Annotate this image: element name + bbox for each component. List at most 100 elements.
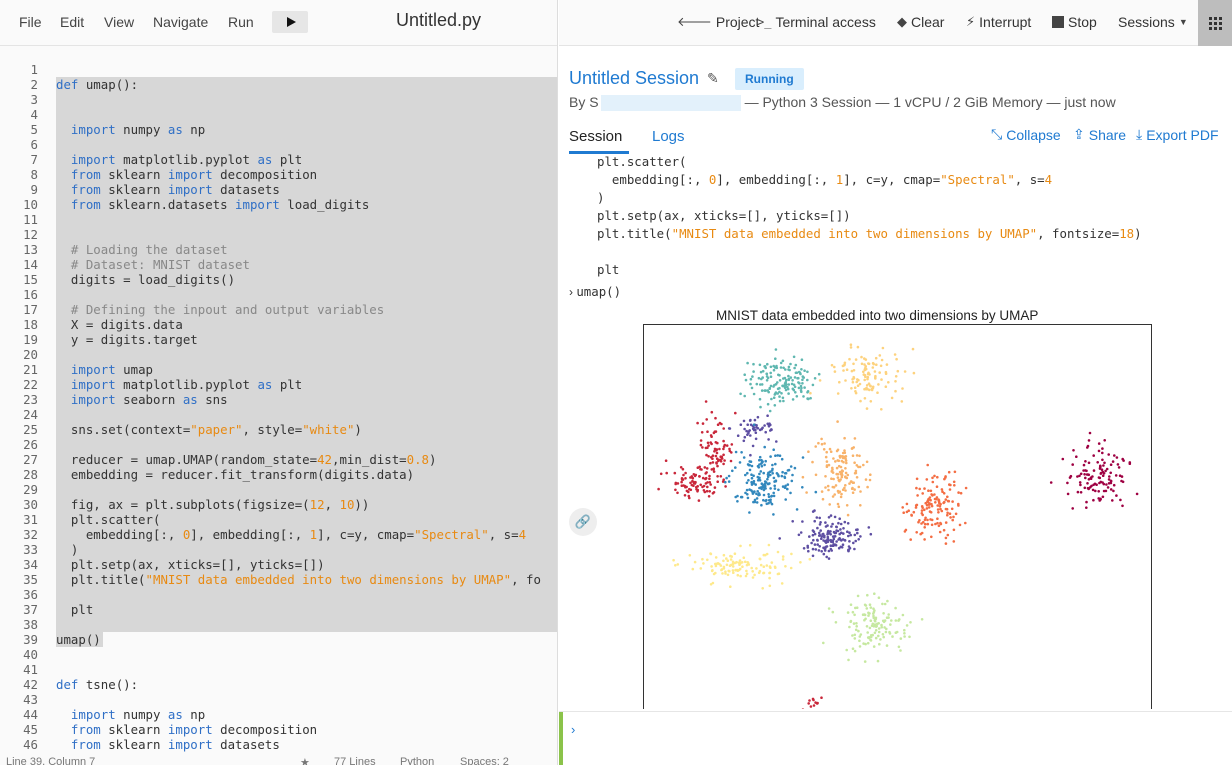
- scatter-point: [752, 370, 755, 373]
- tab-logs[interactable]: Logs: [652, 128, 685, 145]
- scatter-point: [820, 550, 823, 553]
- line-content: def umap():: [56, 77, 139, 92]
- menu-navigate[interactable]: Navigate: [153, 14, 208, 30]
- line-content: from sklearn import datasets: [70, 737, 280, 752]
- status-badge: Running: [735, 68, 804, 90]
- scatter-point: [880, 358, 884, 362]
- scatter-point: [931, 494, 934, 497]
- line-content: fig, ax = plt.subplots(figsize=(12, 10)): [56, 497, 370, 512]
- scatter-point: [715, 562, 719, 566]
- scatter-point: [812, 704, 816, 707]
- scatter-point: [782, 366, 785, 370]
- tab-session[interactable]: Session: [569, 128, 622, 145]
- scatter-point: [704, 476, 708, 480]
- scatter-point: [739, 495, 743, 499]
- scatter-point: [731, 469, 734, 473]
- scatter-point: [946, 495, 949, 499]
- stop-button[interactable]: Stop: [1052, 14, 1097, 30]
- scatter-point: [940, 488, 944, 491]
- scatter-point: [867, 362, 870, 365]
- scatter-point: [682, 484, 685, 487]
- scatter-point: [768, 571, 772, 575]
- menu-view[interactable]: View: [104, 14, 134, 30]
- project-label: Project: [715, 14, 760, 30]
- scatter-point: [851, 380, 855, 384]
- scatter-point: [905, 502, 909, 506]
- output-code-line: plt.scatter(: [597, 154, 687, 169]
- scatter-point: [807, 702, 810, 705]
- line-content: import numpy as np: [70, 707, 206, 722]
- star-icon[interactable]: ★: [300, 756, 310, 765]
- scatter-point: [827, 607, 831, 610]
- scatter-point: [746, 433, 749, 436]
- scatter-point: [844, 379, 847, 382]
- interrupt-button[interactable]: ⚡ Interrupt: [966, 14, 1031, 30]
- line-number: 43: [23, 692, 38, 707]
- scatter-point: [844, 476, 847, 479]
- code-line: 38: [0, 617, 557, 632]
- scatter-point: [1128, 461, 1132, 464]
- scatter-point: [863, 387, 866, 391]
- scatter-point: [865, 607, 869, 610]
- scatter-point: [942, 528, 946, 532]
- console-input[interactable]: ›: [559, 711, 1232, 765]
- scatter-point: [852, 541, 855, 545]
- edit-icon[interactable]: ✎: [707, 70, 719, 87]
- run-button[interactable]: [272, 11, 308, 33]
- scatter-point: [820, 442, 824, 446]
- output-code-line: plt.setp(ax, xticks=[], yticks=[]): [597, 208, 851, 223]
- scatter-point: [744, 473, 747, 477]
- scatter-point: [715, 462, 718, 465]
- line-number: 4: [30, 107, 38, 122]
- scatter-point: [773, 487, 777, 490]
- scatter-point: [778, 374, 781, 377]
- menu-run[interactable]: Run: [228, 14, 254, 30]
- scatter-point: [842, 369, 845, 372]
- apps-grid-button[interactable]: [1198, 0, 1232, 46]
- scatter-point: [769, 487, 772, 490]
- scatter-point: [852, 481, 855, 484]
- link-icon[interactable]: 🔗: [569, 508, 597, 536]
- line-content: y = digits.target: [56, 332, 198, 347]
- scatter-point: [937, 511, 940, 514]
- stop-label: Stop: [1068, 14, 1097, 30]
- scatter-point: [852, 622, 856, 625]
- share-button[interactable]: ⇪ Share: [1073, 126, 1126, 143]
- file-title: Untitled.py: [396, 10, 482, 30]
- export-pdf-button[interactable]: ⤓ Export PDF: [1136, 126, 1219, 143]
- scatter-point: [855, 625, 858, 628]
- menu-edit[interactable]: Edit: [60, 14, 84, 30]
- scatter-point: [793, 385, 797, 389]
- scatter-point: [732, 571, 735, 574]
- language-mode[interactable]: Python: [400, 756, 434, 765]
- sessions-dropdown[interactable]: Sessions ▼: [1118, 14, 1188, 30]
- code-editor[interactable]: 1 2 def umap(): 3 4 5 import numpy as np 6 7 im…: [0, 60, 557, 754]
- scatter-point: [884, 372, 888, 375]
- scatter-point: [837, 505, 841, 508]
- indent-setting[interactable]: Spaces: 2: [460, 756, 509, 765]
- scatter-point: [701, 557, 704, 561]
- scatter-point: [1103, 439, 1106, 442]
- collapse-button[interactable]: ⤡ Collapse: [991, 126, 1061, 143]
- code-line: 28 embedding = reducer.fit_transform(dig…: [0, 467, 557, 482]
- scatter-point: [903, 632, 906, 635]
- scatter-point: [815, 516, 819, 519]
- session-title[interactable]: Untitled Session: [569, 68, 699, 89]
- session-toolbar: 🡐 Project >_ Terminal access ◆ Clear ⚡ Inter…: [559, 0, 1232, 46]
- project-button[interactable]: 🡐 Project: [677, 14, 759, 30]
- scatter-point: [1079, 472, 1083, 476]
- scatter-point: [750, 386, 754, 390]
- scatter-point: [705, 489, 709, 493]
- scatter-point: [730, 451, 733, 454]
- scatter-point: [851, 454, 855, 457]
- scatter-point: [1075, 455, 1078, 458]
- scatter-point: [746, 561, 750, 565]
- scatter-point: [791, 398, 795, 401]
- scatter-point: [879, 364, 883, 368]
- scatter-point: [854, 391, 858, 395]
- clear-button[interactable]: ◆ Clear: [897, 14, 944, 30]
- scatter-point: [1108, 475, 1111, 478]
- terminal-button[interactable]: >_ Terminal access: [757, 14, 876, 30]
- menu-file[interactable]: File: [19, 14, 42, 30]
- scatter-point: [856, 384, 860, 387]
